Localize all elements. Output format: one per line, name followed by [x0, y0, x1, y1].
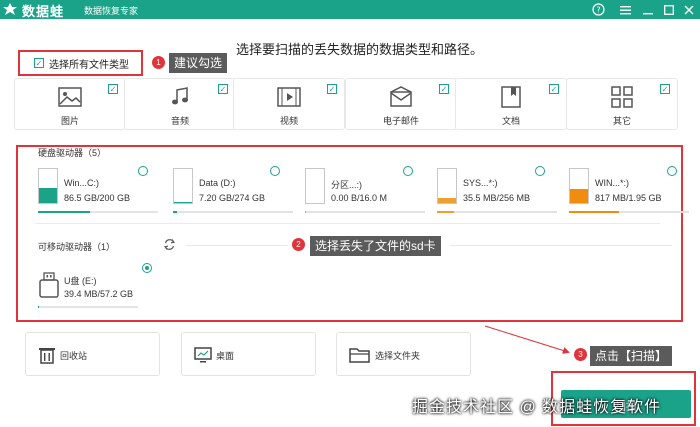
file-type-video[interactable]: ✓ 视频	[233, 78, 345, 130]
hard-drives-title: 硬盘驱动器（5）	[38, 148, 107, 158]
file-type-label: 音频	[170, 116, 189, 126]
checkbox-checked-icon[interactable]: ✓	[327, 84, 337, 94]
checkbox-checked-icon[interactable]: ✓	[660, 84, 670, 94]
document-icon	[501, 86, 521, 108]
file-type-label: 图片	[60, 116, 79, 126]
drive-size: 39.4 MB/57.2 GB	[64, 289, 134, 299]
file-type-label: 其它	[612, 116, 631, 126]
drive-name: 分区...:)	[331, 180, 362, 190]
drive-usage-fill	[570, 188, 588, 203]
drive-usage-bar	[38, 211, 158, 213]
other-icon	[611, 86, 633, 108]
drive-name: Data (D:)	[199, 178, 236, 188]
drive-usage-bar	[569, 211, 689, 213]
drive-usage-bar-fill	[173, 211, 177, 213]
file-type-image[interactable]: ✓ 图片	[14, 78, 126, 130]
drive-usage-bar-fill	[305, 211, 307, 213]
step-3-callout: 点击【扫描】	[590, 346, 673, 366]
hard-drive-icon	[437, 168, 457, 204]
drive-usage-bar	[437, 211, 557, 213]
checkbox-checked-icon[interactable]: ✓	[549, 84, 559, 94]
drive-sys-radio[interactable]	[535, 166, 545, 176]
drive-name: Win...C:)	[64, 178, 99, 188]
step-2-badge: 2	[292, 238, 305, 251]
step-3-badge: 3	[574, 348, 587, 361]
file-type-label: 视频	[279, 116, 298, 126]
drive-c-radio[interactable]	[138, 166, 148, 176]
drive-usage-bar-fill	[38, 306, 39, 308]
drive-usage-bar	[173, 211, 293, 213]
arrow-to-scan	[484, 325, 570, 354]
drive-usage-bar	[38, 306, 138, 308]
file-type-label: 电子邮件	[382, 116, 419, 126]
drive-size: 0.00 B/16.0 M	[331, 193, 388, 203]
divider	[36, 223, 660, 224]
removable-drives-title: 可移动驱动器（1）	[38, 242, 116, 252]
drive-name: WIN...*:)	[595, 178, 629, 188]
music-icon	[172, 87, 188, 105]
drive-size: 7.20 GB/274 GB	[199, 193, 266, 203]
location-desktop[interactable]: 桌面	[181, 332, 316, 376]
file-type-other[interactable]: ✓ 其它	[566, 78, 678, 130]
drive-usage-fill	[39, 188, 57, 203]
divider	[450, 245, 672, 246]
checkbox-checked-icon[interactable]: ✓	[439, 84, 449, 94]
location-select-folder[interactable]: 选择文件夹	[336, 332, 471, 376]
hard-drive-icon	[569, 168, 589, 204]
location-label: 选择文件夹	[375, 351, 421, 361]
file-type-email[interactable]: ✓ 电子邮件	[345, 78, 457, 130]
checkbox-checked-icon[interactable]: ✓	[108, 84, 118, 94]
watermark: 掘金技术社区 @ 数据蛙恢复软件	[412, 399, 662, 416]
step-2-callout: 选择丢失了文件的sd卡	[310, 236, 441, 256]
drive-d-radio[interactable]	[270, 166, 280, 176]
image-icon	[58, 87, 82, 107]
hard-drive-icon	[305, 168, 325, 204]
location-label: 桌面	[216, 351, 235, 361]
file-type-label: 文档	[501, 116, 520, 126]
drive-usb-e[interactable]: U盘 (E:) 39.4 MB/57.2 GB	[38, 264, 158, 310]
checkbox-checked-icon[interactable]: ✓	[218, 84, 228, 94]
recycle-bin-icon	[39, 348, 55, 364]
location-recycle-bin[interactable]: 回收站	[25, 332, 160, 376]
drive-usage-bar-fill	[569, 211, 620, 213]
file-type-audio[interactable]: ✓ 音频	[124, 78, 236, 130]
file-type-document[interactable]: ✓ 文档	[455, 78, 567, 130]
folder-icon	[349, 348, 370, 363]
email-icon	[390, 86, 412, 107]
drive-usage-fill	[438, 198, 456, 203]
drive-size: 35.5 MB/256 MB	[463, 193, 531, 203]
drive-usage-bar	[305, 211, 425, 213]
drive-usb-e-radio[interactable]	[142, 263, 152, 273]
desktop-icon	[194, 347, 212, 363]
location-label: 回收站	[60, 351, 88, 361]
video-icon	[277, 87, 301, 107]
hard-drive-icon	[173, 168, 193, 204]
drive-name: SYS...*:)	[463, 178, 498, 188]
drive-size: 817 MB/1.95 GB	[595, 193, 662, 203]
drive-win-radio[interactable]	[667, 166, 677, 176]
drive-usage-bar-fill	[437, 211, 454, 213]
divider	[186, 245, 288, 246]
hard-drive-icon	[38, 168, 58, 204]
usb-drive-icon	[39, 272, 59, 298]
drive-usage-bar-fill	[38, 211, 90, 213]
drive-usage-fill	[174, 201, 192, 203]
refresh-icon[interactable]	[163, 238, 176, 251]
drive-size: 86.5 GB/200 GB	[64, 193, 131, 203]
drive-partition-radio[interactable]	[403, 166, 413, 176]
drive-name: U盘 (E:)	[64, 276, 97, 286]
